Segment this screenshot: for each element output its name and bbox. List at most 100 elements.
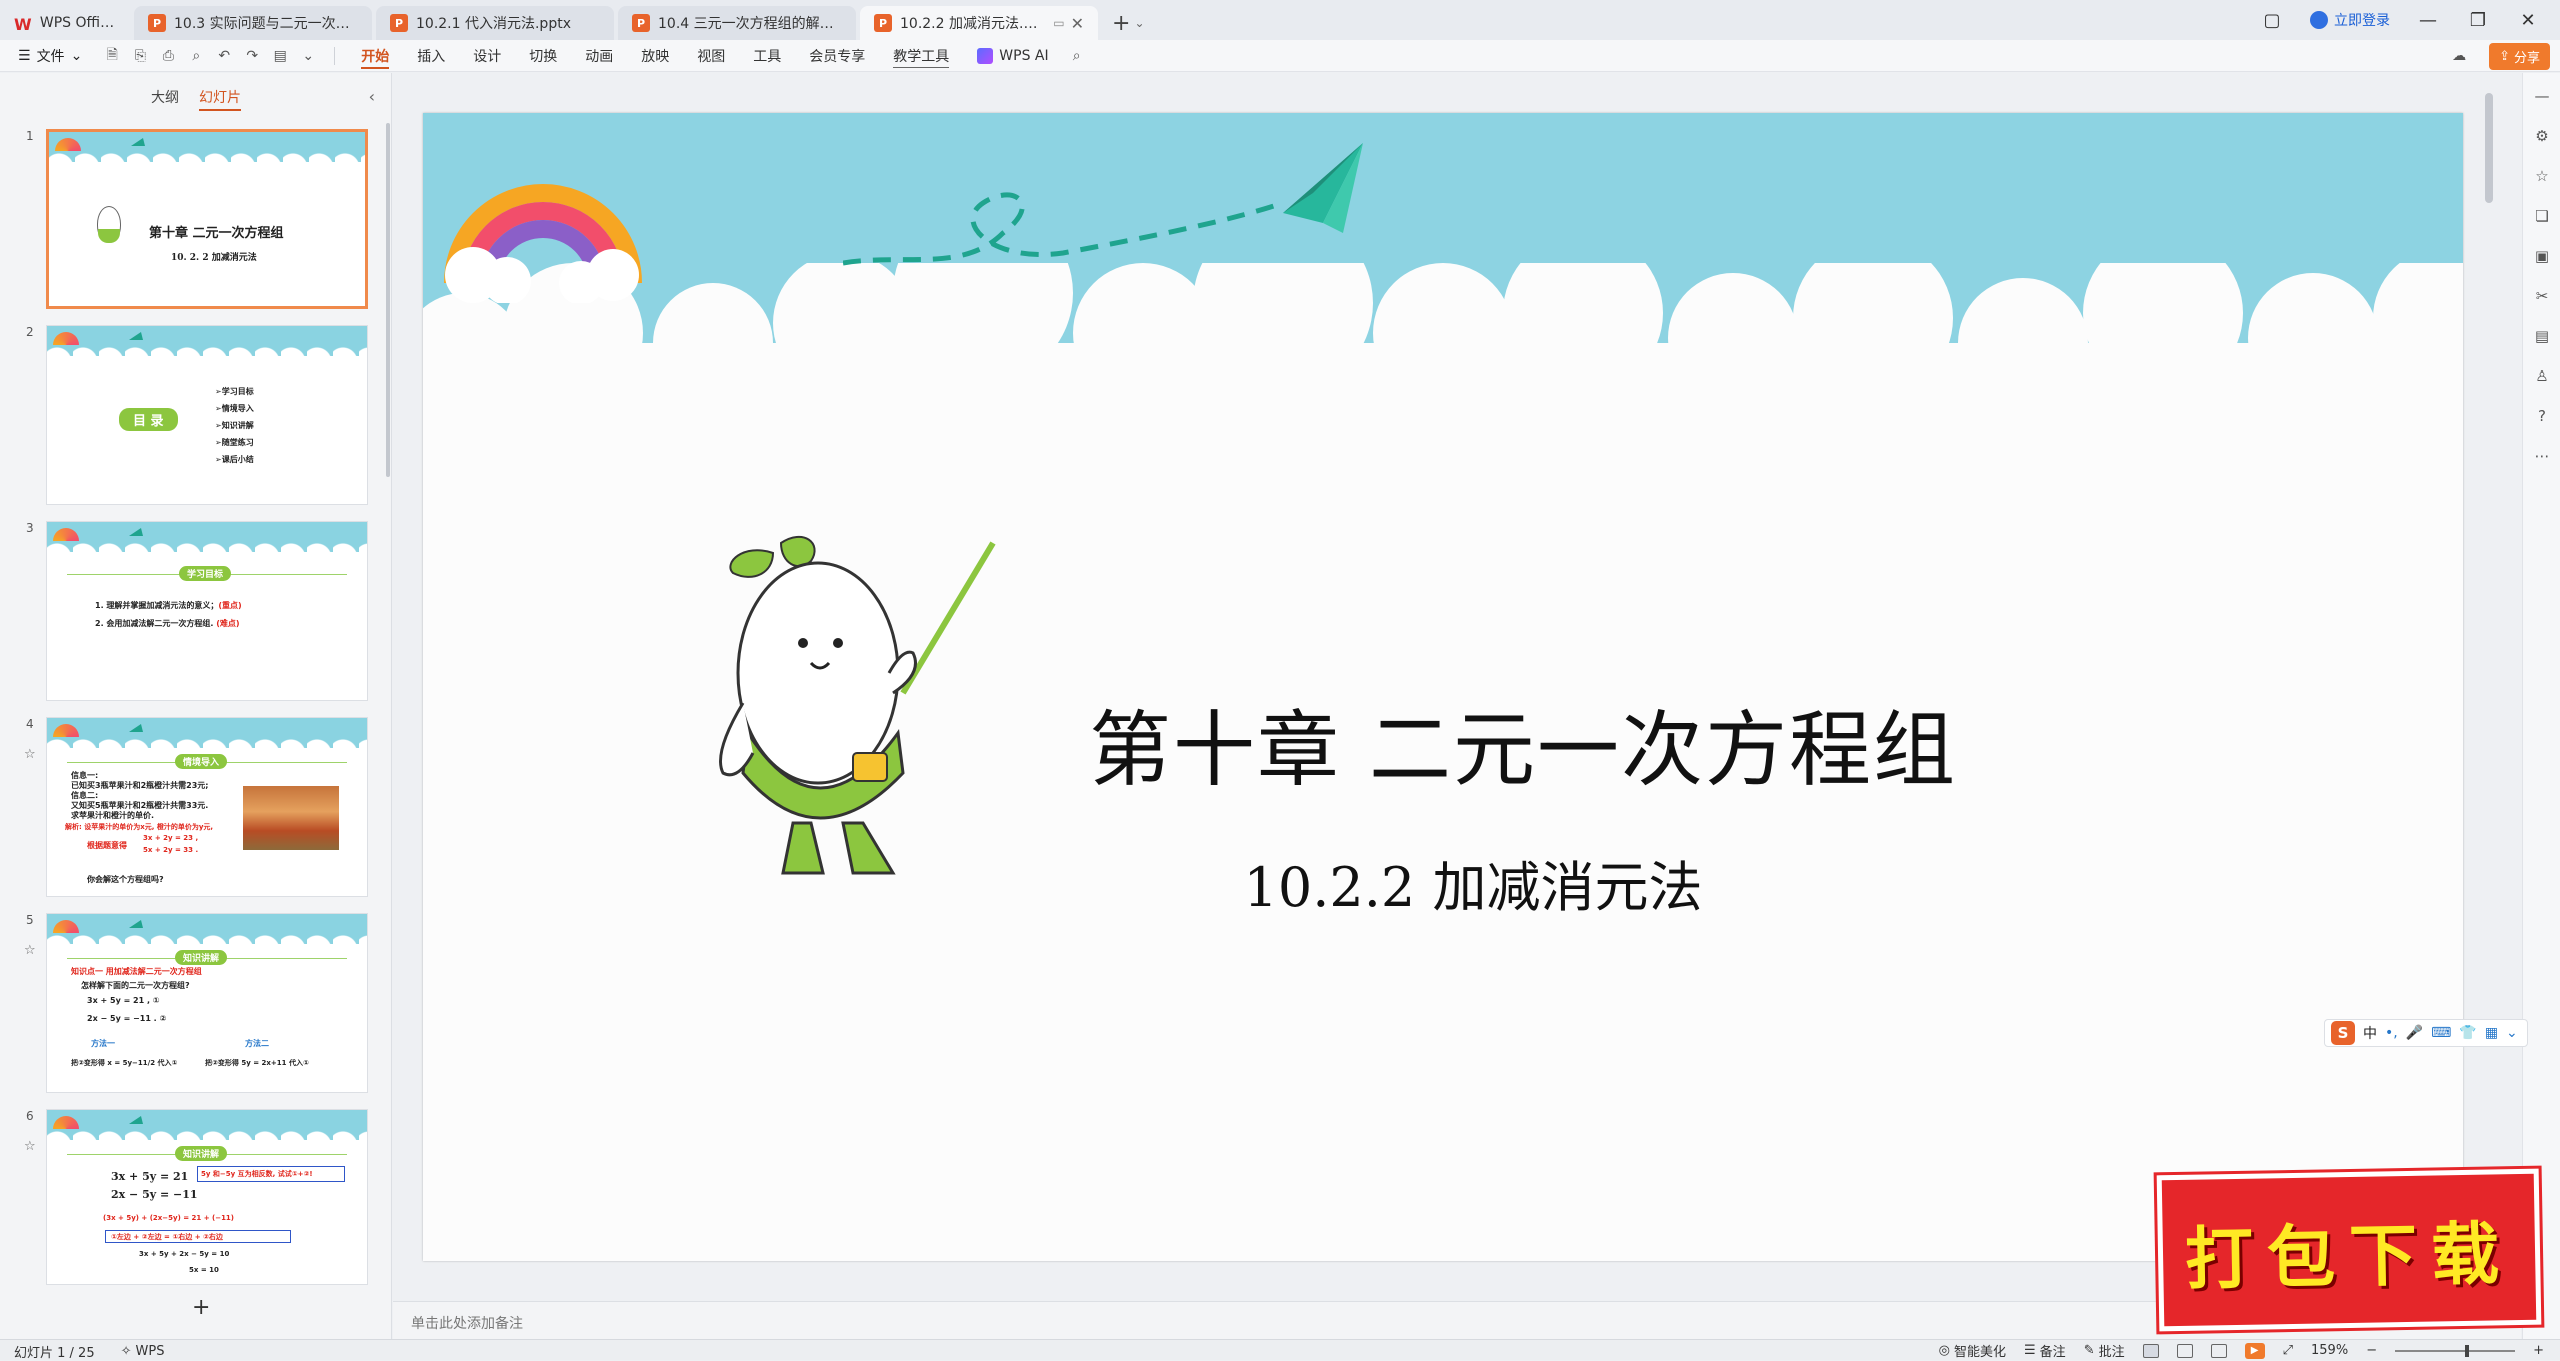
slide-thumbnail-3[interactable]: 学习目标 1. 理解并掌握加减消元法的意义；(重点) 2. 会用加减法解二元一次… — [46, 521, 368, 701]
undo-icon[interactable]: ↶ — [215, 47, 233, 65]
help-icon[interactable]: ? — [2533, 407, 2551, 425]
zoom-level[interactable]: 159% — [2311, 1343, 2348, 1358]
notes-toggle-button[interactable]: ☰ 备注 — [2024, 1341, 2066, 1360]
punctuation-icon[interactable]: •, — [2385, 1025, 2398, 1041]
reading-view-button[interactable] — [2210, 1343, 2227, 1358]
notes-placeholder[interactable]: 单击此处添加备注 — [411, 1313, 523, 1333]
save-icon[interactable]: 🗎 — [103, 47, 121, 65]
wps-status-button[interactable]: ✧ WPS — [121, 1342, 165, 1361]
slide-title[interactable]: 第十章 二元一次方程组 — [1073, 683, 1973, 802]
menu-tab-tools[interactable]: 工具 — [739, 40, 795, 72]
collapse-icon[interactable]: — — [2533, 87, 2551, 105]
copy-icon[interactable]: ❏ — [2533, 207, 2551, 225]
file-menu-button[interactable]: ☰ 文件 ⌄ — [0, 46, 98, 66]
objective-text: 2. 会用加减法解二元一次方程组. — [95, 619, 217, 628]
star-icon[interactable]: ☆ — [24, 747, 36, 762]
tab-document-1[interactable]: P 10.3 实际问题与二元一次方程组 — [134, 6, 372, 40]
tools-icon[interactable]: ✂ — [2533, 287, 2551, 305]
tab-close-button[interactable]: ✕ — [1065, 14, 1084, 33]
window-tile-icon[interactable]: ▭ — [1053, 16, 1064, 30]
image-icon[interactable]: ▣ — [2533, 247, 2551, 265]
zoom-out-button[interactable]: − — [2366, 1343, 2377, 1358]
result-line-2: 5x = 10 — [189, 1266, 219, 1274]
export-pdf-icon[interactable]: ⎘ — [131, 47, 149, 65]
more-quick-access-icon[interactable]: ⌄ — [299, 47, 317, 65]
objective-text: 1. 理解并掌握加减消元法的意义； — [95, 601, 219, 610]
new-tab-button[interactable]: + ⌄ — [1102, 6, 1155, 40]
zoom-slider[interactable] — [2395, 1344, 2516, 1357]
smart-beautify-button[interactable]: ◎ 智能美化 — [1939, 1341, 2006, 1360]
slide-thumbnail-5[interactable]: 知识讲解 知识点一 用加减法解二元一次方程组 怎样解下面的二元一次方程组? 3x… — [46, 913, 368, 1093]
zoom-in-button[interactable]: + — [2533, 1343, 2544, 1358]
toc-item: ➢情境导入 — [215, 404, 254, 413]
panel-tab-outline[interactable]: 大纲 — [151, 87, 179, 111]
share-button[interactable]: ⇪ 分享 — [2489, 42, 2550, 70]
more-icon[interactable]: ⋯ — [2533, 447, 2551, 465]
tab-document-3[interactable]: P 10.4 三元一次方程组的解法.pptx — [618, 6, 856, 40]
microphone-icon[interactable]: 🎤 — [2406, 1025, 2423, 1041]
menu-tab-slideshow[interactable]: 放映 — [627, 40, 683, 72]
star-icon[interactable]: ☆ — [24, 1139, 36, 1154]
ime-mode[interactable]: 中 — [2363, 1023, 2377, 1043]
zoom-slider-knob[interactable] — [2465, 1344, 2470, 1357]
tab-wps-home[interactable]: W WPS Office — [0, 6, 130, 40]
panel-tab-slides[interactable]: 幻灯片 — [199, 87, 241, 111]
print-icon[interactable]: ⎙ — [159, 47, 177, 65]
toolbox-icon[interactable]: ▦ — [2485, 1025, 2498, 1041]
comments-button[interactable]: ✎ 批注 — [2084, 1341, 2125, 1360]
slide-thumbnail-1[interactable]: 第十章 二元一次方程组 10. 2. 2 加减消元法 — [46, 129, 368, 309]
format-icon[interactable]: ▤ — [2533, 327, 2551, 345]
add-slide-button[interactable]: + — [192, 1295, 210, 1320]
thumb-header-decoration — [47, 914, 367, 950]
menu-tab-wps-ai[interactable]: WPS AI — [963, 40, 1062, 72]
redo-icon[interactable]: ↷ — [243, 47, 261, 65]
chevron-down-icon: ⌄ — [70, 47, 83, 64]
collapse-panel-icon[interactable]: ‹ — [369, 87, 375, 106]
minimize-button[interactable]: — — [2416, 10, 2440, 31]
chevron-down-icon[interactable]: ⌄ — [1134, 16, 1144, 30]
status-left: 幻灯片 1 / 25 ✧ WPS — [14, 1342, 164, 1361]
search-icon[interactable]: ⌕ — [1068, 47, 1086, 65]
keyboard-icon[interactable]: ⌨ — [2431, 1025, 2451, 1041]
login-button[interactable]: 立即登录 — [2310, 10, 2390, 30]
avatar-icon — [2310, 11, 2328, 29]
menu-tab-animation[interactable]: 动画 — [571, 40, 627, 72]
menu-tab-insert[interactable]: 插入 — [403, 40, 459, 72]
menu-tab-transition[interactable]: 切换 — [515, 40, 571, 72]
cloud-border — [423, 263, 2463, 423]
star-icon[interactable]: ☆ — [2533, 167, 2551, 185]
star-icon[interactable]: ☆ — [24, 943, 36, 958]
tablet-mode-icon[interactable]: ▢ — [2260, 10, 2284, 31]
menu-tab-teaching-tools[interactable]: 教学工具 — [879, 40, 963, 72]
slide-thumbnail-6[interactable]: 知识讲解 3x + 5y = 21 2x − 5y = −11 5y 和−5y … — [46, 1109, 368, 1285]
skin-icon[interactable]: 👕 — [2459, 1025, 2476, 1041]
format-painter-icon[interactable]: ▤ — [271, 47, 289, 65]
cloud-sync-icon[interactable]: ☁ — [2450, 47, 2468, 65]
slide-subtitle[interactable]: 10.2.2 加减消元法 — [1123, 843, 1823, 922]
more-icon[interactable]: ⌄ — [2506, 1025, 2518, 1041]
equation-1: 3x + 5y = 21 , ① — [87, 996, 160, 1005]
properties-icon[interactable]: ⚙ — [2533, 127, 2551, 145]
menu-tab-design[interactable]: 设计 — [459, 40, 515, 72]
restore-button[interactable]: ❐ — [2466, 10, 2490, 31]
tab-document-4[interactable]: P 10.2.2 加减消元法.pptx ▭ ✕ — [860, 6, 1098, 40]
clothes-icon[interactable]: ♙ — [2533, 367, 2551, 385]
toc-item: ➢随堂练习 — [215, 438, 254, 447]
tab-label: 10.3 实际问题与二元一次方程组 — [174, 16, 358, 32]
fit-window-icon[interactable]: ⤢ — [2283, 1343, 2293, 1358]
play-slideshow-button[interactable]: ▶ — [2244, 1342, 2265, 1359]
current-slide[interactable]: 第十章 二元一次方程组 10.2.2 加减消元法 — [423, 113, 2463, 1261]
preview-icon[interactable]: ⌕ — [187, 47, 205, 65]
slide-sorter-view-button[interactable] — [2176, 1343, 2193, 1358]
menu-tab-view[interactable]: 视图 — [683, 40, 739, 72]
tab-document-2[interactable]: P 10.2.1 代入消元法.pptx — [376, 6, 614, 40]
slide-thumbnail-4[interactable]: 情境导入 信息一: 已知买3瓶苹果汁和2瓶橙汁共需23元; 信息二: 又知买5瓶… — [46, 717, 368, 897]
download-badge[interactable]: 打包下载 — [2156, 1168, 2542, 1332]
menu-tab-home[interactable]: 开始 — [347, 40, 403, 72]
ime-toolbar[interactable]: S 中 •, 🎤 ⌨ 👕 ▦ ⌄ — [2324, 1019, 2528, 1047]
normal-view-button[interactable] — [2142, 1343, 2159, 1358]
menu-tab-member[interactable]: 会员专享 — [795, 40, 879, 72]
canvas-scrollbar[interactable] — [2485, 93, 2493, 203]
slide-thumbnail-2[interactable]: 目 录 ➢学习目标 ➢情境导入 ➢知识讲解 ➢随堂练习 ➢课后小结 — [46, 325, 368, 505]
close-window-button[interactable]: ✕ — [2516, 10, 2540, 31]
